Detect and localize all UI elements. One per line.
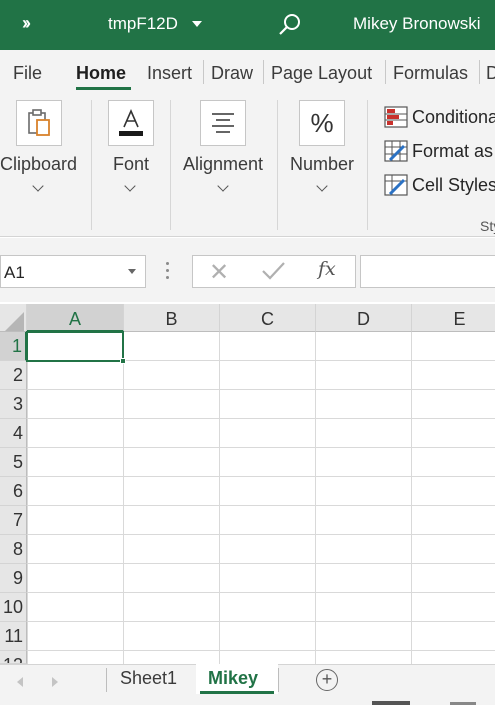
column-header-d[interactable]: D <box>316 304 412 332</box>
sheet-tab-sheet1[interactable]: Sheet1 <box>120 668 177 689</box>
sheet-tab-mikey[interactable]: Mikey <box>208 668 258 689</box>
tab-divider <box>203 60 204 84</box>
group-divider <box>277 100 278 230</box>
column-header-a[interactable]: A <box>27 304 124 332</box>
row-header[interactable]: 1 <box>0 332 27 361</box>
tab-data[interactable]: D <box>486 63 495 84</box>
select-all-button[interactable] <box>0 304 27 332</box>
row-header[interactable]: 6 <box>0 477 27 506</box>
name-box[interactable]: A1 <box>0 255 146 288</box>
active-cell[interactable] <box>26 331 124 362</box>
tab-page-layout[interactable]: Page Layout <box>271 63 372 84</box>
row-header[interactable]: 7 <box>0 506 27 535</box>
sheet-divider <box>278 668 279 692</box>
format-as-table-icon <box>384 140 408 162</box>
tab-home[interactable]: Home <box>76 63 126 84</box>
percent-icon: % <box>310 107 334 138</box>
tab-divider <box>385 60 386 84</box>
user-name[interactable]: Mikey Bronowski <box>353 14 481 34</box>
sheet-divider <box>106 668 107 692</box>
styles-group-label: Sty <box>480 218 495 234</box>
cancel-icon[interactable]: ✕ <box>209 258 229 287</box>
next-sheet-arrow-icon[interactable] <box>52 677 58 687</box>
row-header[interactable]: 10 <box>0 593 27 622</box>
cell-styles-label: Cell Styles <box>412 174 495 195</box>
clipboard-icon <box>28 109 50 136</box>
conditional-formatting-icon <box>384 106 408 128</box>
alignment-button[interactable] <box>200 100 246 146</box>
insert-function-icon[interactable]: fx <box>318 258 336 280</box>
align-icon <box>212 113 234 133</box>
title-bar: ›› tmpF12D Mikey Bronowski <box>0 0 495 50</box>
file-name: tmpF12D <box>108 14 178 33</box>
tab-divider <box>479 60 480 84</box>
row-header[interactable]: 12 <box>0 651 27 664</box>
tab-file[interactable]: File <box>13 63 42 84</box>
normal-view-icon[interactable] <box>372 701 410 705</box>
formula-input[interactable] <box>360 255 495 288</box>
clipboard-button[interactable] <box>16 100 62 146</box>
tab-divider <box>263 60 264 84</box>
column-header-e[interactable]: E <box>412 304 495 332</box>
conditional-formatting-label: Conditional <box>412 106 495 127</box>
format-as-table-button[interactable]: Format as <box>384 138 493 164</box>
cell-grid[interactable] <box>27 332 495 664</box>
font-color-icon <box>119 109 143 136</box>
select-all-triangle-icon <box>5 312 24 331</box>
clipboard-label[interactable]: Clipboard <box>0 154 77 175</box>
formula-bar-resize-handle[interactable] <box>166 262 170 280</box>
active-sheet-indicator <box>200 691 274 694</box>
column-header-c[interactable]: C <box>220 304 316 332</box>
row-header[interactable]: 11 <box>0 622 27 651</box>
fill-handle[interactable] <box>120 358 126 364</box>
status-bar <box>0 696 495 705</box>
alignment-label[interactable]: Alignment <box>183 154 263 175</box>
overflow-chevron-icon[interactable]: ›› <box>22 13 31 34</box>
caret-down-icon <box>191 21 202 27</box>
row-header[interactable]: 3 <box>0 390 27 419</box>
add-sheet-icon[interactable]: + <box>316 669 338 691</box>
font-button[interactable] <box>108 100 154 146</box>
tab-draw[interactable]: Draw <box>211 63 253 84</box>
format-as-table-label: Format as <box>412 140 494 161</box>
number-button[interactable]: % <box>299 100 345 146</box>
name-box-caret-down-icon[interactable] <box>128 269 136 274</box>
number-label[interactable]: Number <box>290 154 354 175</box>
cell-styles-icon <box>384 174 408 196</box>
group-divider <box>367 100 368 230</box>
column-header-b[interactable]: B <box>124 304 220 332</box>
active-tab-indicator <box>76 87 131 90</box>
tab-insert[interactable]: Insert <box>147 63 192 84</box>
file-name-dropdown[interactable]: tmpF12D <box>108 14 202 34</box>
row-header[interactable]: 2 <box>0 361 27 390</box>
group-divider <box>170 100 171 230</box>
group-divider <box>91 100 92 230</box>
row-header[interactable]: 4 <box>0 419 27 448</box>
row-header[interactable]: 8 <box>0 535 27 564</box>
tab-formulas[interactable]: Formulas <box>393 63 468 84</box>
conditional-formatting-button[interactable]: Conditional <box>384 104 495 130</box>
font-label[interactable]: Font <box>113 154 149 175</box>
enter-check-icon[interactable] <box>259 256 287 284</box>
cell-styles-button[interactable]: Cell Styles <box>384 172 495 198</box>
row-header[interactable]: 9 <box>0 564 27 593</box>
prev-sheet-arrow-icon[interactable] <box>17 677 23 687</box>
search-icon[interactable] <box>277 12 303 38</box>
row-header[interactable]: 5 <box>0 448 27 477</box>
